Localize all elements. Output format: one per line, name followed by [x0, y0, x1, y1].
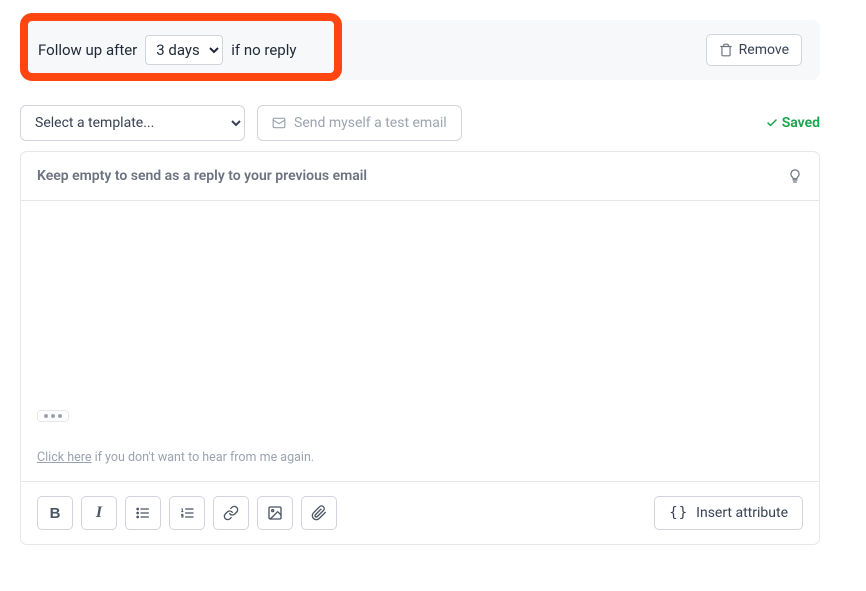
unsubscribe-link[interactable]: Click here: [37, 450, 91, 465]
send-test-email-button[interactable]: Send myself a test email: [257, 105, 462, 141]
bullet-list-button[interactable]: [125, 496, 161, 530]
subject-row: [21, 152, 819, 201]
paperclip-icon: [311, 505, 327, 521]
unsubscribe-line: Click here if you don't want to hear fro…: [37, 450, 803, 465]
followup-delay-select[interactable]: 3 days: [145, 35, 223, 65]
subject-input[interactable]: [37, 168, 787, 184]
trash-icon: [719, 43, 733, 57]
remove-button[interactable]: Remove: [706, 34, 802, 66]
remove-label: Remove: [739, 42, 789, 58]
attachment-button[interactable]: [301, 496, 337, 530]
template-select[interactable]: Select a template...: [20, 105, 245, 141]
saved-indicator: Saved: [766, 115, 820, 131]
insert-attribute-label: Insert attribute: [696, 505, 788, 521]
editor-body[interactable]: Click here if you don't want to hear fro…: [21, 201, 819, 481]
ordered-list-icon: [179, 505, 195, 521]
ordered-list-button[interactable]: [169, 496, 205, 530]
editor-box: Click here if you don't want to hear fro…: [20, 151, 820, 545]
bullet-list-icon: [135, 505, 151, 521]
editor-toolbar: B I {} Insert att: [21, 481, 819, 544]
italic-button[interactable]: I: [81, 496, 117, 530]
braces-icon: {}: [669, 505, 688, 521]
link-button[interactable]: [213, 496, 249, 530]
image-icon: [267, 505, 283, 521]
image-button[interactable]: [257, 496, 293, 530]
followup-before-text: Follow up after: [38, 41, 137, 59]
check-icon: [766, 117, 778, 129]
template-row: Select a template... Send myself a test …: [20, 105, 820, 141]
link-icon: [223, 505, 239, 521]
bold-button[interactable]: B: [37, 496, 73, 530]
envelope-icon: [272, 116, 286, 130]
followup-condition: Follow up after 3 days if no reply: [38, 35, 296, 65]
unsubscribe-text: if you don't want to hear from me again.: [91, 450, 314, 465]
insert-attribute-button[interactable]: {} Insert attribute: [654, 496, 803, 530]
send-test-email-label: Send myself a test email: [294, 115, 447, 131]
followup-bar: Follow up after 3 days if no reply Remov…: [20, 20, 820, 80]
lightbulb-icon[interactable]: [787, 168, 803, 184]
followup-after-text: if no reply: [231, 41, 296, 59]
saved-label: Saved: [782, 115, 820, 131]
ellipsis-icon[interactable]: [37, 410, 69, 422]
